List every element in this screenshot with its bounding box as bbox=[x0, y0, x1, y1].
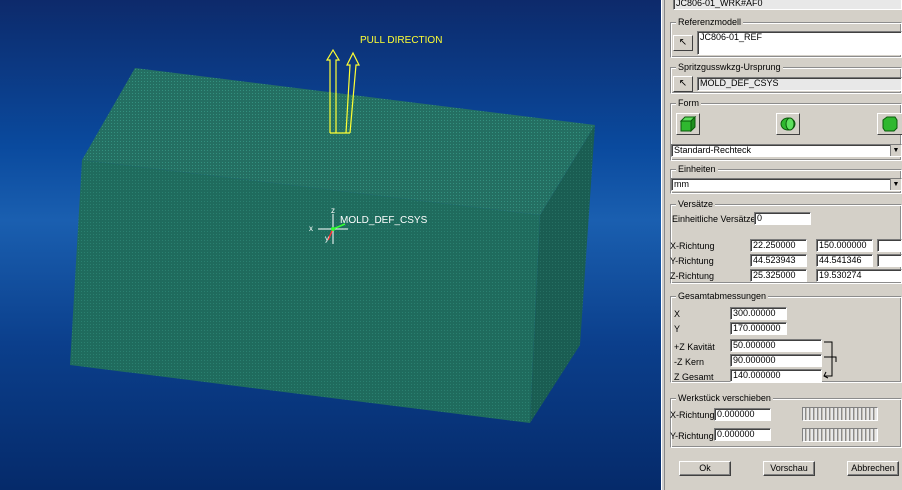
workpiece-name-field[interactable]: JC806-01_WRK#AF0 bbox=[673, 0, 902, 10]
total-y-field[interactable]: 170.000000 bbox=[730, 322, 787, 335]
arrow-cursor-icon: ↖ bbox=[678, 78, 688, 89]
move-y-slider[interactable] bbox=[802, 428, 878, 442]
box-shape-icon bbox=[679, 116, 697, 132]
cavity-z-field[interactable]: 50.000000 bbox=[730, 339, 822, 352]
move-y-label: Y-Richtung bbox=[670, 431, 714, 441]
offset-x-label: X-Richtung bbox=[670, 241, 715, 251]
ursprung-legend: Spritzgusswkzg-Ursprung bbox=[676, 62, 783, 72]
offset-x-field-2[interactable]: 150.000000 bbox=[816, 239, 873, 252]
chevron-down-icon[interactable]: ▼ bbox=[890, 145, 901, 156]
offset-z-field-2[interactable]: 19.530274 bbox=[816, 269, 902, 282]
chamfered-shape-button[interactable] bbox=[877, 113, 902, 135]
total-z-field[interactable]: 140.000000 bbox=[730, 369, 822, 382]
select-origin-button[interactable]: ↖ bbox=[673, 76, 693, 92]
ok-button[interactable]: Ok bbox=[679, 461, 731, 476]
total-x-field[interactable]: 300.00000 bbox=[730, 307, 787, 320]
cavity-z-label: +Z Kavität bbox=[674, 342, 715, 352]
axis-z-label: z bbox=[331, 206, 335, 215]
model-viewport[interactable]: PULL DIRECTION MOLD_DEF_CSYS x z y bbox=[0, 0, 661, 490]
ursprung-field[interactable]: MOLD_DEF_CSYS bbox=[697, 77, 902, 91]
gesamt-legend: Gesamtabmessungen bbox=[676, 291, 769, 301]
offset-y-field-1[interactable]: 44.523943 bbox=[750, 254, 807, 267]
offset-x-field-3[interactable] bbox=[877, 239, 902, 252]
move-y-field[interactable]: 0.000000 bbox=[714, 428, 771, 441]
offset-y-field-2[interactable]: 44.541346 bbox=[816, 254, 873, 267]
csys-label: MOLD_DEF_CSYS bbox=[340, 215, 428, 226]
select-reference-button[interactable]: ↖ bbox=[673, 35, 693, 51]
einheiten-legend: Einheiten bbox=[676, 164, 718, 174]
move-x-label: X-Richtung bbox=[670, 410, 715, 420]
form-type-value: Standard-Rechteck bbox=[674, 145, 752, 155]
units-value: mm bbox=[674, 179, 689, 189]
move-x-field[interactable]: 0.000000 bbox=[714, 408, 771, 421]
workpiece-dialog: JC806-01_WRK#AF0 Referenzmodell ↖ JC806-… bbox=[665, 0, 902, 490]
offset-y-label: Y-Richtung bbox=[670, 256, 714, 266]
axis-y-label: y bbox=[325, 234, 329, 243]
offset-z-label: Z-Richtung bbox=[670, 271, 715, 281]
sum-bracket-icon bbox=[823, 341, 837, 379]
offset-y-field-3[interactable] bbox=[877, 254, 902, 267]
model-graphics bbox=[70, 48, 595, 423]
units-dropdown[interactable]: mm ▼ bbox=[671, 178, 902, 191]
form-legend: Form bbox=[676, 98, 701, 108]
versaetze-legend: Versätze bbox=[676, 199, 716, 209]
cylinder-shape-button[interactable] bbox=[776, 113, 800, 135]
uniform-offset-label: Einheitliche Versätze bbox=[672, 214, 756, 224]
chevron-down-icon[interactable]: ▼ bbox=[890, 179, 901, 190]
total-z-label: Z Gesamt bbox=[674, 372, 714, 382]
preview-button[interactable]: Vorschau bbox=[763, 461, 815, 476]
core-z-field[interactable]: 90.000000 bbox=[730, 354, 822, 367]
referenzmodell-legend: Referenzmodell bbox=[676, 17, 744, 27]
box-shape-button[interactable] bbox=[676, 113, 700, 135]
offset-x-field-1[interactable]: 22.250000 bbox=[750, 239, 807, 252]
chamfered-shape-icon bbox=[882, 116, 898, 132]
cancel-button[interactable]: Abbrechen bbox=[847, 461, 899, 476]
core-z-label: -Z Kern bbox=[674, 357, 705, 367]
cylinder-shape-icon bbox=[780, 117, 796, 131]
move-x-slider[interactable] bbox=[802, 407, 878, 421]
total-y-label: Y bbox=[674, 324, 681, 334]
total-x-label: X bbox=[674, 309, 681, 319]
arrow-cursor-icon: ↖ bbox=[678, 37, 688, 48]
verschieben-legend: Werkstück verschieben bbox=[676, 393, 773, 403]
offset-z-field-1[interactable]: 25.325000 bbox=[750, 269, 807, 282]
axis-x-label: x bbox=[309, 224, 313, 233]
referenzmodell-field[interactable]: JC806-01_REF bbox=[697, 31, 902, 55]
form-type-dropdown[interactable]: Standard-Rechteck ▼ bbox=[671, 144, 902, 157]
pull-direction-label: PULL DIRECTION bbox=[360, 35, 443, 46]
uniform-offset-field[interactable]: 0 bbox=[754, 212, 811, 225]
